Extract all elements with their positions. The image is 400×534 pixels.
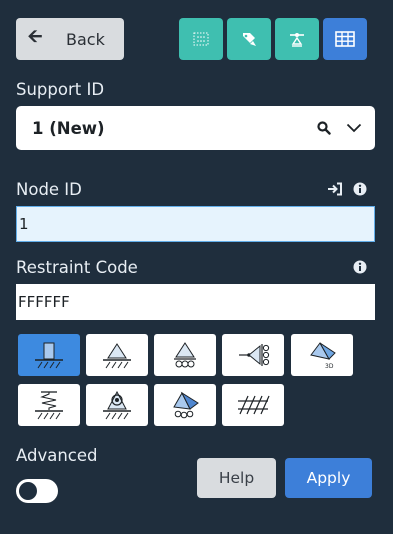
node-id-label: Node ID [16,180,82,199]
fixed-support-button[interactable] [18,334,80,376]
rotational-spring-support-icon [103,390,131,420]
support-id-label: Support ID [16,80,105,99]
toggle-knob [19,482,37,500]
hatched-ground-icon [238,395,270,415]
info-icon[interactable] [353,181,367,200]
search-icon[interactable] [309,121,339,135]
spring-support-button[interactable] [18,384,80,426]
inclined-roller-support-icon [173,391,199,419]
rotational-spring-support-button[interactable] [86,384,148,426]
support-3d-button[interactable]: 3D [291,334,353,376]
roller-support-button[interactable] [154,334,216,376]
side-roller-support-button[interactable] [222,334,284,376]
advanced-label: Advanced [16,446,98,465]
side-roller-support-icon [239,344,270,366]
support-3d-icon: 3D [310,342,336,370]
node-id-input[interactable] [16,206,375,242]
arrow-left-icon: 🡨 [27,26,43,47]
back-button[interactable]: 🡨 Back [16,18,124,60]
tag-pin-icon [243,33,256,46]
sign-in-icon[interactable] [327,181,343,200]
pinned-support-icon [103,343,131,369]
help-button[interactable]: Help [197,458,276,498]
info-icon[interactable] [353,259,367,278]
restraint-code-label: Restraint Code [16,258,138,277]
tag-pin-tool-button[interactable] [227,18,271,60]
back-label: Back [66,29,105,49]
table-icon [335,31,355,47]
hatched-ground-button[interactable] [222,384,284,426]
advanced-toggle[interactable] [16,479,58,503]
pinned-support-button[interactable] [86,334,148,376]
roller-support-icon [174,342,196,368]
inclined-roller-support-button[interactable] [154,384,216,426]
support-id-select[interactable]: 1 (New) [16,106,375,150]
support-panel: 🡨 Back Support ID 1 (New) Node ID 1 Rest… [0,0,393,534]
support-node-icon [290,33,304,47]
grid-dots-icon [193,32,209,46]
chevron-down-icon[interactable] [339,123,375,133]
spring-support-icon [35,391,63,420]
svg-text:3D: 3D [325,363,334,370]
fixed-support-icon [35,342,63,369]
support-node-tool-button[interactable] [275,18,319,60]
panel-edge [393,0,400,534]
restraint-code-input[interactable] [16,284,375,320]
support-id-value: 1 (New) [32,118,105,138]
apply-button[interactable]: Apply [285,458,372,498]
grid-dots-tool-button[interactable] [179,18,223,60]
table-tool-button[interactable] [323,18,367,60]
